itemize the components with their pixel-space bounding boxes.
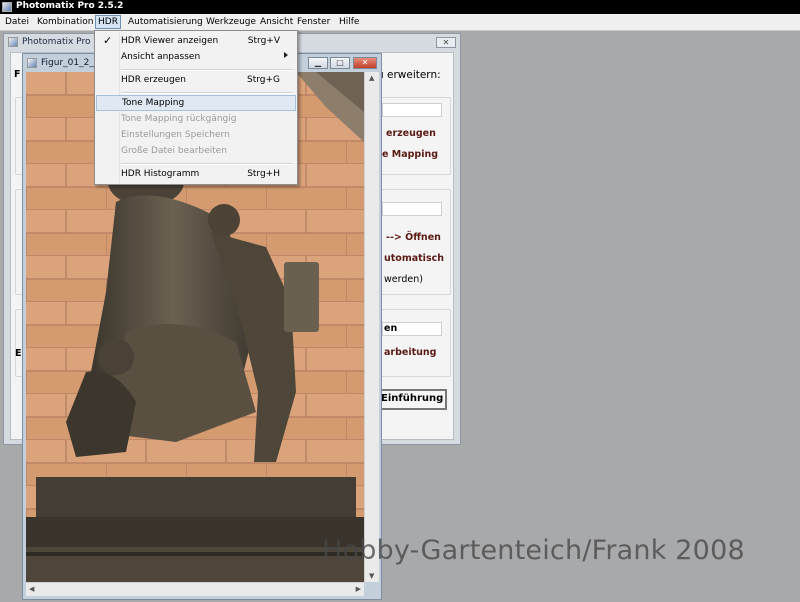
menu-item-label: Tone Mapping rückgängig bbox=[121, 114, 237, 124]
app-title: Photomatix Pro 2.5.2 bbox=[16, 1, 124, 11]
overview-label-e: E bbox=[15, 348, 22, 359]
menu-item-hdr-histogramm[interactable]: HDR Histogramm Strg+H bbox=[96, 166, 296, 182]
menu-datei[interactable]: Datei bbox=[3, 16, 31, 28]
menu-item-label: HDR Viewer anzeigen bbox=[121, 36, 219, 46]
scroll-up-arrow[interactable]: ▲ bbox=[369, 74, 374, 82]
menu-automatisierung[interactable]: Automatisierung bbox=[126, 16, 205, 28]
menu-item-label: HDR Histogramm bbox=[121, 169, 200, 179]
image-window-icon bbox=[27, 58, 37, 68]
scroll-right-arrow[interactable]: ▶ bbox=[356, 585, 361, 593]
link-hdr-erzeugen[interactable]: erzeugen bbox=[386, 128, 436, 139]
link-oeffnen[interactable]: --> Öffnen bbox=[386, 232, 441, 243]
menu-werkzeuge[interactable]: Werkzeuge bbox=[204, 16, 258, 28]
menu-separator bbox=[121, 69, 293, 71]
hdr-menu: ✓ HDR Viewer anzeigen Strg+V Ansicht anp… bbox=[94, 30, 298, 185]
check-icon: ✓ bbox=[103, 34, 113, 47]
menu-item-tone-mapping-undo[interactable]: Tone Mapping rückgängig bbox=[96, 111, 296, 127]
submenu-arrow-icon bbox=[284, 52, 288, 58]
einfuehrung-button[interactable]: Einführung bbox=[375, 389, 447, 410]
menu-item-label: Tone Mapping bbox=[122, 98, 185, 108]
link-automatisch[interactable]: utomatisch bbox=[384, 253, 444, 264]
horizontal-scrollbar[interactable]: ◀ ▶ bbox=[26, 582, 364, 596]
watermark: Hobby-Gartenteich/Frank 2008 bbox=[322, 535, 745, 566]
menu-item-shortcut: Strg+G bbox=[246, 75, 280, 85]
minimize-button[interactable]: ▁ bbox=[308, 57, 328, 69]
menu-ansicht[interactable]: Ansicht bbox=[258, 16, 295, 28]
overview-label-f: F bbox=[14, 69, 21, 80]
overview-close-button[interactable]: ✕ bbox=[436, 37, 456, 48]
menu-item-ansicht-anpassen[interactable]: Ansicht anpassen bbox=[96, 49, 296, 65]
scroll-left-arrow[interactable]: ◀ bbox=[29, 585, 34, 593]
text-en: en bbox=[384, 323, 398, 334]
menu-bar: Datei Kombination HDR Automatisierung We… bbox=[0, 14, 800, 31]
link-tone-mapping[interactable]: e Mapping bbox=[382, 149, 438, 160]
menu-item-label: Große Datei bearbeiten bbox=[121, 146, 227, 156]
menu-item-hdr-erzeugen[interactable]: HDR erzeugen Strg+G bbox=[96, 72, 296, 88]
menu-item-einstellungen-speichern[interactable]: Einstellungen Speichern bbox=[96, 127, 296, 143]
menu-item-shortcut: Strg+H bbox=[247, 169, 280, 179]
menu-separator bbox=[121, 92, 293, 94]
app-titlebar: Photomatix Pro 2.5.2 bbox=[0, 0, 800, 14]
overview-intro-text: u erweitern: bbox=[377, 69, 441, 81]
menu-item-shortcut: Strg+V bbox=[247, 36, 280, 46]
menu-item-label: Ansicht anpassen bbox=[121, 52, 201, 62]
menu-item-tone-mapping[interactable]: Tone Mapping bbox=[96, 95, 296, 111]
menu-item-label: HDR erzeugen bbox=[121, 75, 186, 85]
text-werden: werden) bbox=[384, 274, 423, 285]
panel-hdr-field bbox=[382, 103, 442, 117]
overview-window-icon bbox=[8, 37, 18, 47]
menu-hilfe[interactable]: Hilfe bbox=[337, 16, 361, 28]
scroll-down-arrow[interactable]: ▼ bbox=[369, 572, 374, 580]
menu-separator bbox=[121, 163, 293, 165]
menu-item-grosse-datei[interactable]: Große Datei bearbeiten bbox=[96, 143, 296, 159]
app-icon bbox=[2, 2, 12, 12]
menu-item-hdr-viewer[interactable]: ✓ HDR Viewer anzeigen Strg+V bbox=[96, 33, 296, 49]
close-button[interactable]: ✕ bbox=[353, 57, 377, 69]
menu-kombination[interactable]: Kombination bbox=[35, 16, 95, 28]
menu-fenster[interactable]: Fenster bbox=[295, 16, 332, 28]
vertical-scrollbar[interactable]: ▲ ▼ bbox=[364, 72, 379, 582]
menu-hdr[interactable]: HDR bbox=[95, 15, 121, 29]
panel-automation-field bbox=[382, 202, 442, 216]
maximize-button[interactable]: □ bbox=[330, 57, 350, 69]
link-bearbeitung[interactable]: arbeitung bbox=[384, 347, 436, 358]
menu-item-label: Einstellungen Speichern bbox=[121, 130, 230, 140]
